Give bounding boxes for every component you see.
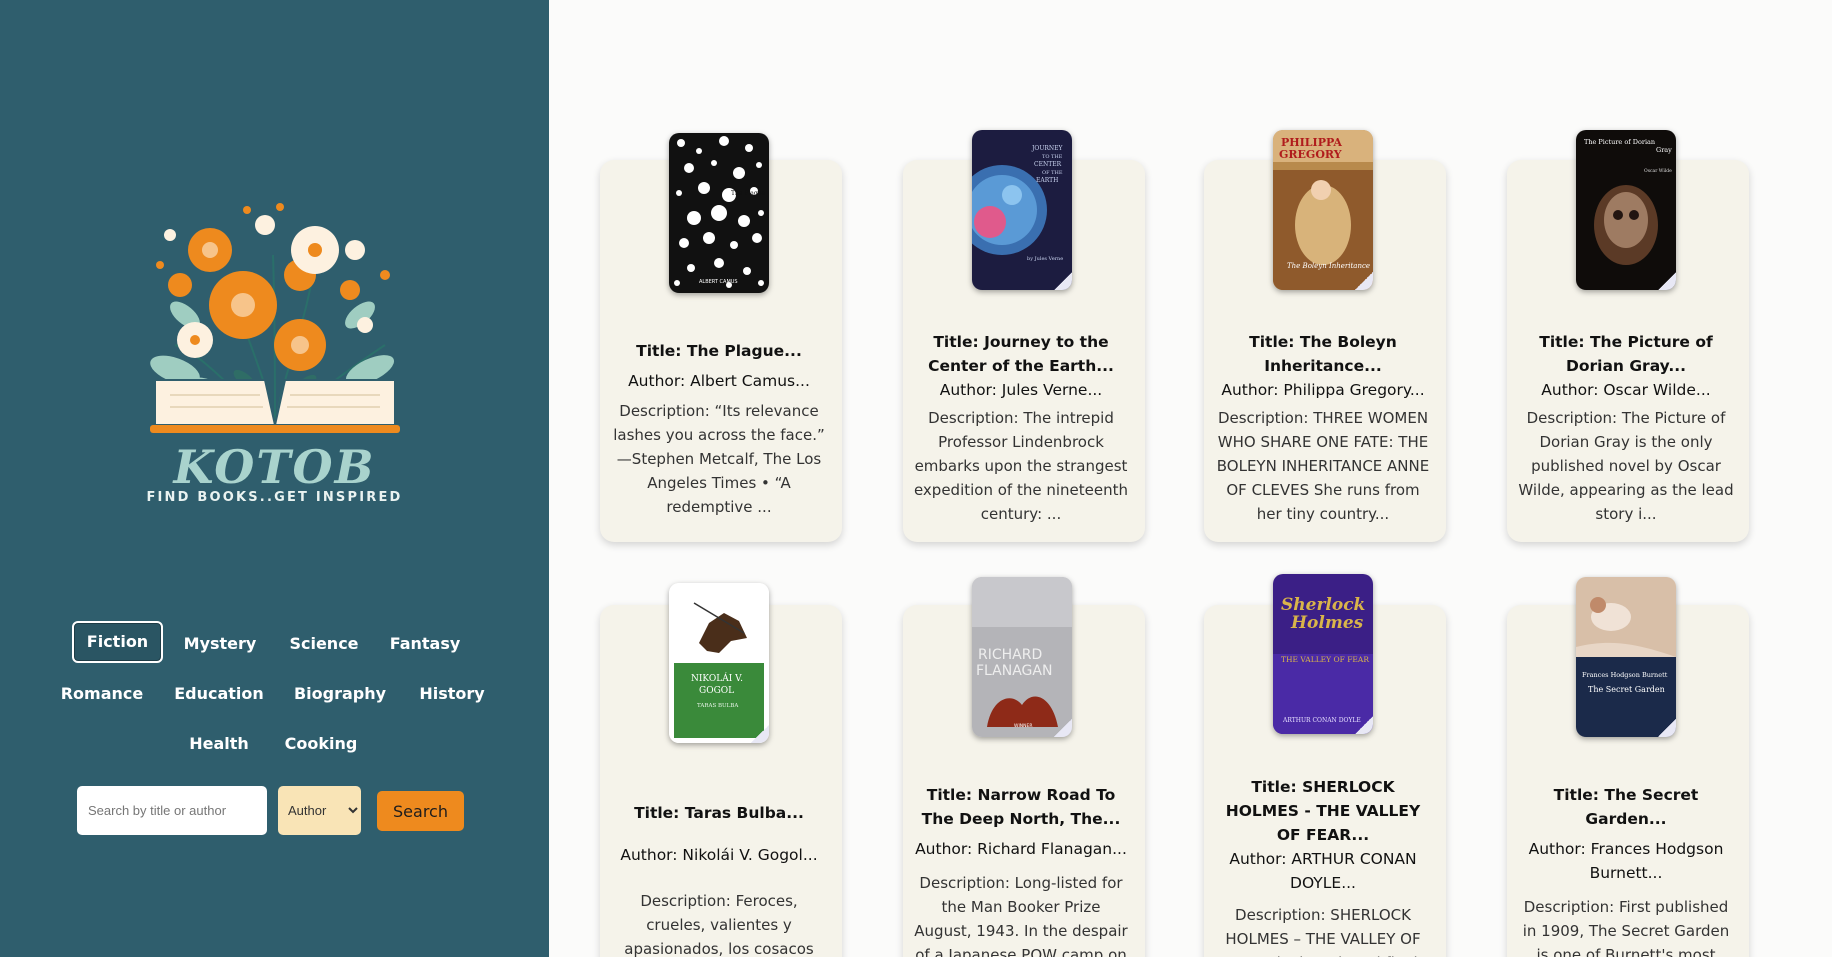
- book-author: Author: Frances Hodgson Burnett...: [1528, 840, 1724, 882]
- svg-text:by Jules Verne: by Jules Verne: [1027, 256, 1063, 262]
- book-info: Title: SHERLOCK HOLMES - THE VALLEY OF F…: [1213, 775, 1433, 957]
- book-author: Author: Philippa Gregory...: [1221, 381, 1425, 399]
- genre-button-fantasy[interactable]: Fantasy: [380, 623, 470, 665]
- book-title: Title: The Boleyn Inheritance...: [1249, 333, 1397, 375]
- book-title: Title: The Picture of Dorian Gray...: [1539, 333, 1713, 375]
- svg-text:TO THE: TO THE: [1042, 154, 1063, 160]
- genre-button-romance[interactable]: Romance: [56, 673, 148, 715]
- book-title: Title: Narrow Road To The Deep North, Th…: [921, 786, 1121, 828]
- book-description: Description: THREE WOMEN WHO SHARE ONE F…: [1216, 409, 1430, 523]
- book-cover-image[interactable]: Frances Hodgson Burnett The Secret Garde…: [1576, 577, 1676, 737]
- book-author: Author: ARTHUR CONAN DOYLE...: [1229, 850, 1417, 892]
- book-info: Title: The Picture of Dorian Gray... Aut…: [1516, 330, 1736, 526]
- book-cover-image[interactable]: Sherlock Holmes THE VALLEY OF FEAR ARTHU…: [1273, 574, 1373, 734]
- book-cover-image[interactable]: PHILIPPA GREGORY The Boleyn Inheritance: [1273, 130, 1373, 290]
- svg-text:GREGORY: GREGORY: [1279, 148, 1342, 161]
- narrow-road-cover-image: RICHARD FLANAGAN WINNER: [972, 577, 1072, 737]
- sidebar: KOTOB FIND BOOKS..GET INSPIRED Fiction M…: [0, 0, 549, 957]
- page-curl-icon: [1658, 272, 1676, 290]
- genre-button-history[interactable]: History: [408, 673, 496, 715]
- search-input[interactable]: [77, 786, 267, 835]
- genre-button-fiction[interactable]: Fiction: [72, 621, 163, 663]
- genre-button-mystery[interactable]: Mystery: [175, 623, 265, 665]
- book-title: Title: SHERLOCK HOLMES - THE VALLEY OF F…: [1225, 778, 1421, 844]
- page-curl-icon: [751, 725, 769, 743]
- book-title: Title: The Plague...: [636, 342, 802, 360]
- genre-button-biography[interactable]: Biography: [290, 673, 390, 715]
- cover-title: The Plague: [731, 190, 766, 197]
- svg-text:JOURNEY: JOURNEY: [1031, 145, 1064, 152]
- svg-text:NIKOLÁI V.: NIKOLÁI V.: [691, 672, 743, 684]
- brand-tagline: FIND BOOKS..GET INSPIRED: [146, 490, 403, 505]
- book-description: Description: Long-listed for the Man Boo…: [914, 874, 1128, 957]
- svg-text:The Picture of Dorian: The Picture of Dorian: [1584, 138, 1655, 146]
- book-info: Title: Taras Bulba... Author: Nikolái V.…: [609, 801, 829, 957]
- dorian-cover-image: The Picture of Dorian Gray Oscar Wilde: [1576, 130, 1676, 290]
- book-title: Title: The Secret Garden...: [1553, 786, 1699, 828]
- search-button[interactable]: Search: [377, 791, 464, 831]
- svg-text:ARTHUR CONAN DOYLE: ARTHUR CONAN DOYLE: [1282, 717, 1361, 724]
- genre-button-cooking[interactable]: Cooking: [278, 723, 364, 765]
- book-cover-image[interactable]: RICHARD FLANAGAN WINNER: [972, 577, 1072, 737]
- book-cover-image[interactable]: The Plague ALBERT CAMUS: [669, 133, 769, 293]
- book-info: Title: The Secret Garden... Author: Fran…: [1516, 783, 1736, 957]
- svg-text:EARTH: EARTH: [1036, 177, 1058, 184]
- book-title: Title: Journey to the Center of the Eart…: [928, 333, 1114, 375]
- svg-text:Oscar Wilde: Oscar Wilde: [1644, 168, 1672, 174]
- svg-text:WINNER: WINNER: [1014, 723, 1032, 729]
- cover-author: ALBERT CAMUS: [699, 279, 738, 285]
- svg-text:GOGOL: GOGOL: [699, 686, 734, 696]
- brand-name: KOTOB: [173, 440, 376, 494]
- svg-text:TARAS BULBA: TARAS BULBA: [697, 703, 739, 709]
- sherlock-cover-image: Sherlock Holmes THE VALLEY OF FEAR ARTHU…: [1273, 574, 1373, 734]
- plague-cover-image: The Plague ALBERT CAMUS: [669, 133, 769, 293]
- book-title: Title: Taras Bulba...: [634, 804, 804, 822]
- genre-button-education[interactable]: Education: [170, 673, 268, 715]
- page-curl-icon: [1054, 719, 1072, 737]
- page-curl-icon: [1355, 716, 1373, 734]
- taras-cover-image: NIKOLÁI V. GOGOL TARAS BULBA: [669, 583, 769, 743]
- book-cover-image[interactable]: NIKOLÁI V. GOGOL TARAS BULBA: [669, 583, 769, 743]
- secret-garden-cover-image: Frances Hodgson Burnett The Secret Garde…: [1576, 577, 1676, 737]
- genre-button-science[interactable]: Science: [279, 623, 369, 665]
- book-info: Title: Narrow Road To The Deep North, Th…: [911, 783, 1131, 957]
- book-info: Title: The Plague... Author: Albert Camu…: [609, 339, 829, 519]
- book-info: Title: The Boleyn Inheritance... Author:…: [1213, 330, 1433, 526]
- page-curl-icon: [1658, 719, 1676, 737]
- svg-text:The Secret Garden: The Secret Garden: [1588, 685, 1665, 694]
- book-description: Description: The Picture of Dorian Gray …: [1518, 409, 1734, 523]
- book-author: Author: Richard Flanagan...: [915, 840, 1127, 858]
- book-info: Title: Journey to the Center of the Eart…: [911, 330, 1131, 526]
- book-description: Description: The intrepid Professor Lind…: [913, 409, 1129, 523]
- svg-text:THE VALLEY OF FEAR: THE VALLEY OF FEAR: [1281, 655, 1369, 664]
- svg-text:CENTER: CENTER: [1034, 161, 1062, 168]
- page-curl-icon: [1355, 272, 1373, 290]
- svg-text:OF THE: OF THE: [1042, 170, 1063, 176]
- svg-text:The Boleyn Inheritance: The Boleyn Inheritance: [1287, 262, 1370, 270]
- book-description: Description: First published in 1909, Th…: [1522, 898, 1730, 957]
- book-description: Description: “Its relevance lashes you a…: [613, 402, 825, 516]
- book-cover-image[interactable]: The Picture of Dorian Gray Oscar Wilde: [1576, 130, 1676, 290]
- book-author: Author: Albert Camus...: [628, 372, 810, 390]
- svg-text:Frances Hodgson Burnett: Frances Hodgson Burnett: [1582, 671, 1668, 679]
- page-curl-icon: [1054, 272, 1072, 290]
- genre-button-health[interactable]: Health: [182, 723, 256, 765]
- svg-text:FLANAGAN: FLANAGAN: [976, 663, 1052, 679]
- boleyn-cover-image: PHILIPPA GREGORY The Boleyn Inheritance: [1273, 130, 1373, 290]
- book-description: Description: SHERLOCK HOLMES – THE VALLE…: [1225, 906, 1421, 957]
- journey-cover-image: JOURNEY TO THE CENTER OF THE EARTH by Ju…: [972, 130, 1072, 290]
- svg-text:RICHARD: RICHARD: [978, 647, 1042, 663]
- book-cover-image[interactable]: JOURNEY TO THE CENTER OF THE EARTH by Ju…: [972, 130, 1072, 290]
- svg-text:Gray: Gray: [1656, 146, 1672, 154]
- book-description: Description: Feroces, crueles, valientes…: [624, 892, 814, 957]
- book-author: Author: Jules Verne...: [939, 381, 1103, 399]
- book-author: Author: Oscar Wilde...: [1541, 381, 1711, 399]
- search-filter-select[interactable]: Author: [278, 786, 361, 835]
- book-author: Author: Nikolái V. Gogol...: [620, 846, 818, 864]
- svg-text:Sherlock: Sherlock: [1281, 595, 1365, 615]
- svg-text:Holmes: Holmes: [1290, 613, 1364, 633]
